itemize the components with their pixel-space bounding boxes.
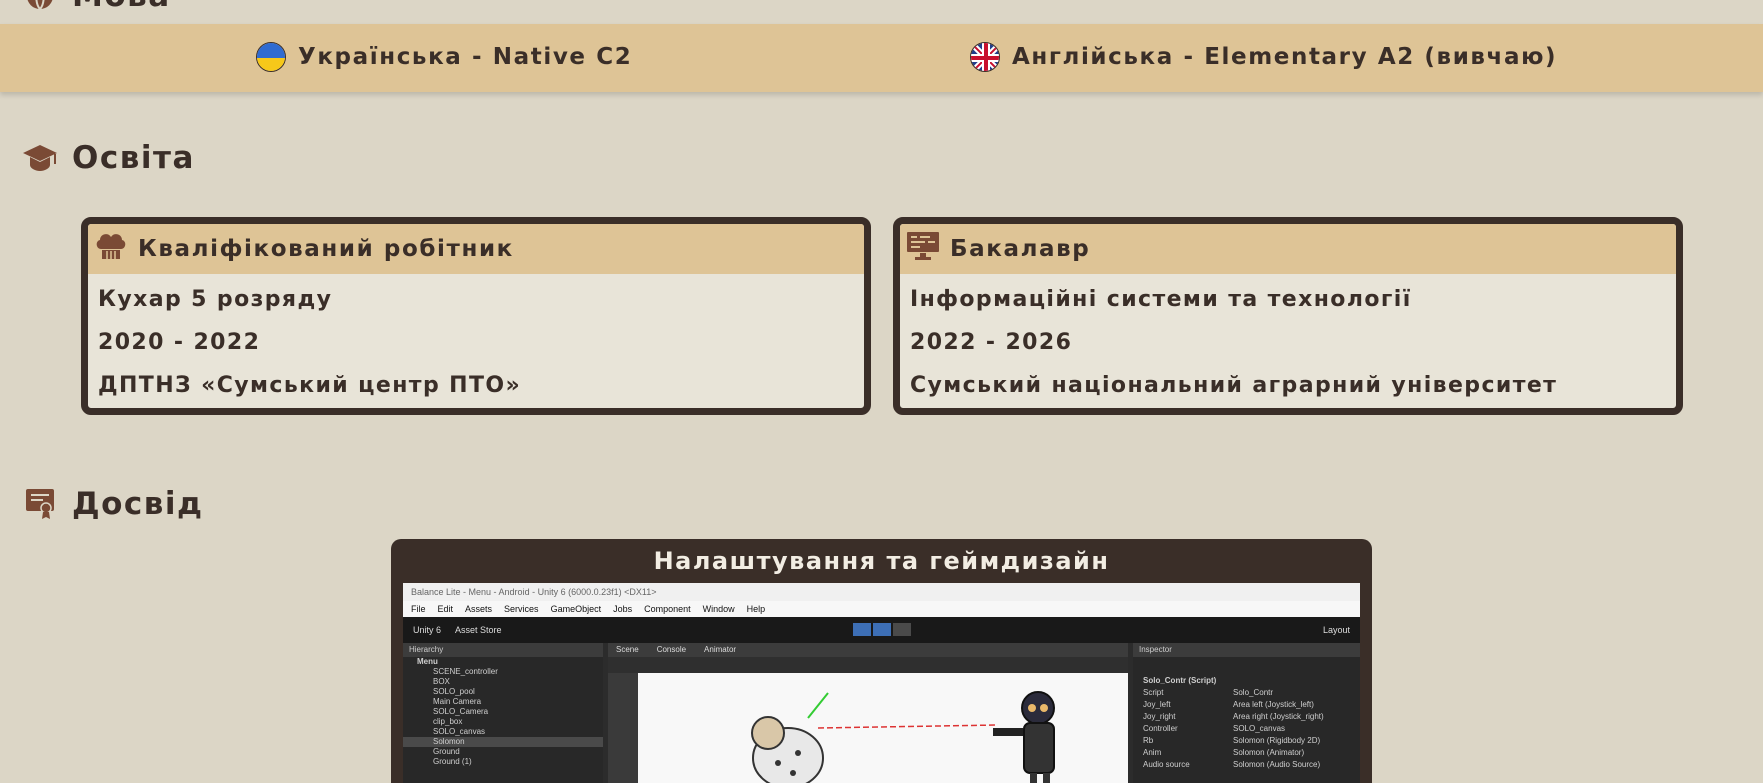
unity-editor-screenshot: Balance Lite - Menu - Android - Unity 6 …	[403, 583, 1360, 783]
play-controls	[853, 623, 911, 636]
scene-panel: Scene Console Animator	[608, 643, 1128, 783]
uk-flag-icon	[970, 42, 1000, 72]
language-item-english: Англійська - Elementary A2 (вивчаю)	[970, 42, 1557, 72]
graduation-cap-icon	[22, 140, 58, 176]
screenshot-toolbar: Unity 6 Asset Store Layout	[403, 617, 1360, 643]
languages-section-title: Мова	[22, 0, 171, 14]
experience-section-title: Досвід	[22, 486, 204, 522]
education-years: 2022 - 2026	[910, 330, 1073, 355]
hierarchy-panel: Hierarchy Menu SCENE_controller BOX SOLO…	[403, 643, 603, 783]
languages-bar: Українська - Native C2 Англійська - Elem…	[0, 24, 1763, 92]
experience-card: Налаштування та геймдизайн Balance Lite …	[391, 539, 1372, 783]
scene-view	[638, 673, 1128, 783]
ukraine-flag-icon	[256, 42, 286, 72]
character-lying-icon	[751, 716, 824, 783]
language-icon	[22, 0, 58, 14]
education-specialty: Кухар 5 розряду	[98, 287, 333, 312]
education-section-title: Освіта	[22, 140, 195, 176]
inspector-panel: Inspector Solo_Contr (Script) Script Solo…	[1133, 643, 1360, 783]
chef-hat-icon	[94, 231, 128, 267]
education-card-header: Бакалавр	[900, 224, 1676, 274]
character-shooter-icon	[993, 691, 1055, 783]
education-card-cook: Кваліфікований робітник Кухар 5 розряду …	[81, 217, 871, 415]
certificate-icon	[22, 486, 58, 522]
education-years: 2020 - 2022	[98, 330, 261, 355]
education-institution: Сумський національний аграрний університ…	[910, 373, 1558, 398]
education-card-bachelor: Бакалавр Інформаційні системи та техноло…	[893, 217, 1683, 415]
experience-card-title: Налаштування та геймдизайн	[653, 547, 1110, 575]
screenshot-menu-bar: File Edit Assets Services GameObject Job…	[403, 601, 1360, 617]
education-card-header: Кваліфікований робітник	[88, 224, 864, 274]
computer-monitor-icon	[906, 231, 940, 267]
education-institution: ДПТНЗ «Сумський центр ПТО»	[98, 373, 522, 398]
education-specialty: Інформаційні системи та технології	[910, 287, 1412, 312]
language-item-ukrainian: Українська - Native C2	[256, 42, 632, 72]
screenshot-window-title: Balance Lite - Menu - Android - Unity 6 …	[403, 583, 1360, 601]
